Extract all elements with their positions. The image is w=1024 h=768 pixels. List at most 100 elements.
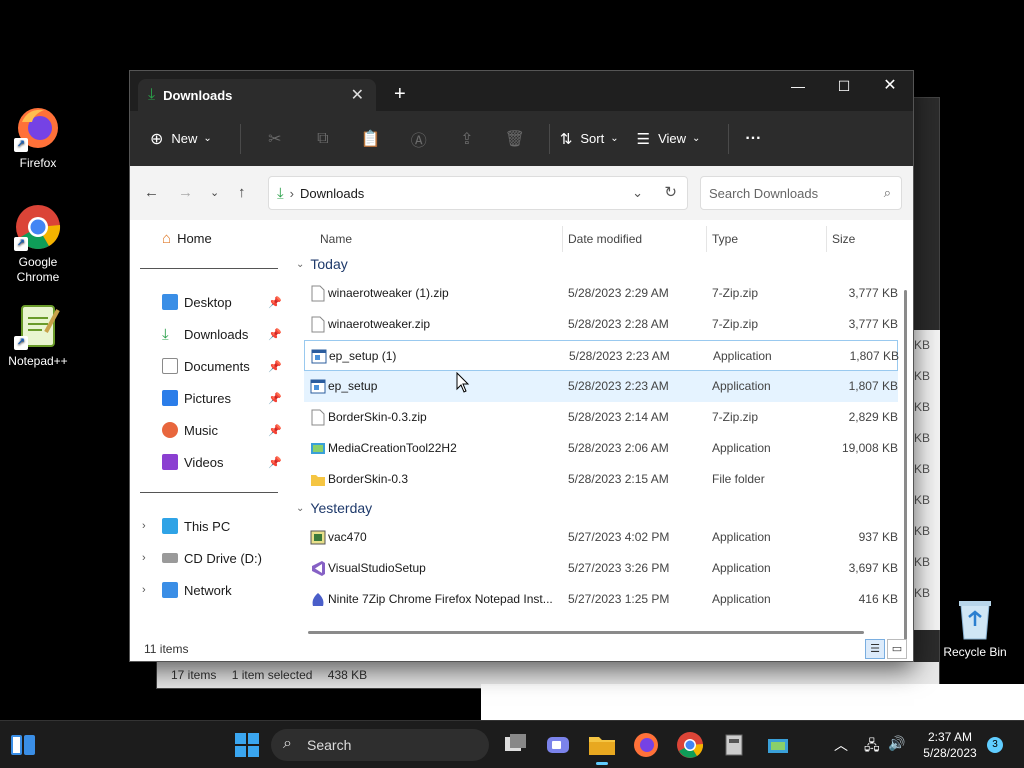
- column-header-name[interactable]: Name: [320, 226, 352, 252]
- sidebar-item-this-pc[interactable]: This PC: [162, 514, 282, 538]
- delete-icon[interactable]: 🗑: [491, 129, 539, 149]
- sidebar-item-label: Music: [184, 422, 218, 438]
- zip-file-icon: [311, 409, 325, 426]
- taskbar-search[interactable]: ⌕ Search: [271, 729, 489, 761]
- file-explorer-window[interactable]: ⤓ Downloads ✕ + — ☐ ✕ ⊕ New ⌄ ✂ ⧉ 📋 Ⓐ ⇪ …: [129, 70, 914, 662]
- notification-badge[interactable]: 3: [987, 737, 1003, 753]
- taskbar: ⌕ Search ︿ 🖧 🔊 2:37 AM 5/28/2023 3: [0, 720, 1024, 768]
- file-date: 5/28/2023 2:29 AM: [568, 286, 669, 300]
- desktop-icon-notepadpp[interactable]: ↗ Notepad++: [0, 302, 76, 368]
- pin-icon: 📌: [268, 296, 282, 309]
- expand-chevron-icon[interactable]: ›: [142, 552, 146, 564]
- copy-icon[interactable]: ⧉: [299, 130, 347, 148]
- tab-downloads[interactable]: ⤓ Downloads ✕: [138, 79, 376, 111]
- media-creation-taskbar-button[interactable]: [762, 729, 794, 761]
- file-row[interactable]: ep_setup 5/28/2023 2:23 AM Application 1…: [304, 371, 898, 402]
- sidebar-item-downloads[interactable]: ⤓ Downloads 📌: [162, 322, 282, 346]
- background-size-unit: KB: [914, 338, 931, 352]
- file-row[interactable]: vac470 5/27/2023 4:02 PM Application 937…: [304, 522, 898, 553]
- sidebar-item-desktop[interactable]: Desktop 📌: [162, 290, 282, 314]
- breadcrumb-downloads[interactable]: Downloads: [300, 186, 364, 201]
- task-view-button[interactable]: [500, 729, 532, 761]
- new-button[interactable]: ⊕ New ⌄: [150, 129, 212, 149]
- new-tab-button[interactable]: +: [394, 83, 406, 106]
- title-bar[interactable]: ⤓ Downloads ✕ + — ☐ ✕: [130, 71, 913, 111]
- minimize-button[interactable]: —: [775, 71, 821, 103]
- installer-icon: [310, 530, 326, 545]
- background-status-size: 438 KB: [327, 668, 368, 682]
- network-icon: [162, 582, 178, 598]
- recent-locations-button[interactable]: ⌄: [210, 186, 219, 199]
- more-options-button[interactable]: ···: [745, 130, 761, 148]
- show-hidden-icons-button[interactable]: ︿: [834, 735, 848, 755]
- sidebar-item-music[interactable]: Music 📌: [162, 418, 282, 442]
- cut-icon[interactable]: ✂: [251, 129, 299, 149]
- collapse-chevron-icon: ⌄: [296, 502, 305, 514]
- expand-chevron-icon[interactable]: ›: [142, 584, 146, 596]
- widgets-icon[interactable]: [10, 733, 36, 757]
- group-header-yesterday[interactable]: ⌄ Yesterday: [296, 500, 372, 516]
- firefox-taskbar-button[interactable]: [630, 729, 662, 761]
- desktop-icon-chrome[interactable]: ↗ Google Chrome: [0, 203, 76, 285]
- sidebar-item-pictures[interactable]: Pictures 📌: [162, 386, 282, 410]
- close-button[interactable]: ✕: [867, 71, 913, 103]
- network-icon[interactable]: 🖧: [864, 735, 880, 759]
- details-view-button[interactable]: ☰: [865, 639, 885, 659]
- paste-icon[interactable]: 📋: [347, 129, 395, 149]
- file-date: 5/28/2023 2:15 AM: [568, 472, 669, 486]
- expand-chevron-icon[interactable]: ›: [142, 520, 146, 532]
- file-explorer-taskbar-button[interactable]: [586, 729, 618, 765]
- file-row[interactable]: BorderSkin-0.3.zip 5/28/2023 2:14 AM 7-Z…: [304, 402, 898, 433]
- column-header-type[interactable]: Type: [712, 226, 738, 252]
- zip-file-icon: [311, 285, 325, 302]
- address-bar[interactable]: ⤓ › Downloads ⌄ ↻: [268, 176, 688, 210]
- zip-file-icon: [311, 316, 325, 333]
- chrome-taskbar-button[interactable]: [674, 729, 706, 761]
- file-date: 5/28/2023 2:23 AM: [569, 349, 670, 363]
- background-status-count: 17 items: [171, 668, 217, 682]
- desktop-icon-recycle-bin[interactable]: Recycle Bin: [937, 597, 1013, 659]
- search-input[interactable]: Search Downloads ⌕: [700, 176, 902, 210]
- installer-taskbar-button[interactable]: [718, 729, 750, 761]
- tiles-view-button[interactable]: ▭: [887, 639, 907, 659]
- group-header-today[interactable]: ⌄ Today: [296, 256, 348, 272]
- sidebar-item-home[interactable]: ⌂ Home: [162, 226, 282, 250]
- desktop-icon-firefox[interactable]: ↗ Firefox: [0, 104, 76, 170]
- desktop-icon-label: Firefox: [19, 156, 57, 170]
- cd-drive-icon: [162, 553, 178, 563]
- sidebar-item-network[interactable]: Network: [162, 578, 282, 602]
- notepadpp-icon: ↗: [14, 302, 62, 350]
- item-count: 11 items: [144, 642, 189, 656]
- file-row[interactable]: BorderSkin-0.3 5/28/2023 2:15 AM File fo…: [304, 464, 898, 495]
- sidebar-item-documents[interactable]: Documents 📌: [162, 354, 282, 378]
- back-button[interactable]: ←: [144, 184, 159, 201]
- teams-chat-button[interactable]: [542, 729, 574, 761]
- sidebar-item-label: This PC: [184, 518, 231, 534]
- rename-icon[interactable]: Ⓐ: [395, 127, 443, 151]
- horizontal-scrollbar[interactable]: [308, 631, 864, 634]
- start-button[interactable]: [231, 729, 263, 761]
- sort-button[interactable]: ⇅ Sort ⌄: [560, 130, 619, 148]
- column-header-size[interactable]: Size: [832, 226, 855, 252]
- forward-button[interactable]: →: [178, 184, 193, 201]
- sidebar-item-videos[interactable]: Videos 📌: [162, 450, 282, 474]
- sidebar-item-cd-drive[interactable]: CD Drive (D:): [162, 546, 282, 570]
- up-button[interactable]: ↑: [238, 184, 246, 201]
- address-dropdown-icon[interactable]: ⌄: [632, 185, 643, 201]
- file-row[interactable]: winaerotweaker.zip 5/28/2023 2:28 AM 7-Z…: [304, 309, 898, 340]
- column-header-date[interactable]: Date modified: [568, 226, 642, 252]
- vertical-scrollbar[interactable]: [904, 290, 907, 640]
- file-row[interactable]: Ninite 7Zip Chrome Firefox Notepad Inst.…: [304, 584, 898, 615]
- tab-close-button[interactable]: ✕: [351, 85, 364, 105]
- file-row[interactable]: winaerotweaker (1).zip 5/28/2023 2:29 AM…: [304, 278, 898, 309]
- file-row[interactable]: MediaCreationTool22H2 5/28/2023 2:06 AM …: [304, 433, 898, 464]
- file-row[interactable]: VisualStudioSetup 5/27/2023 3:26 PM Appl…: [304, 553, 898, 584]
- sort-icon: ⇅: [559, 130, 573, 148]
- file-row[interactable]: ep_setup (1) 5/28/2023 2:23 AM Applicati…: [304, 340, 899, 371]
- refresh-icon[interactable]: ↻: [664, 183, 677, 201]
- clock[interactable]: 2:37 AM 5/28/2023: [914, 729, 986, 761]
- share-icon[interactable]: ⇪: [443, 129, 491, 149]
- view-button[interactable]: ☰ View ⌄: [637, 130, 701, 148]
- volume-icon[interactable]: 🔊: [888, 735, 905, 752]
- maximize-button[interactable]: ☐: [821, 71, 867, 103]
